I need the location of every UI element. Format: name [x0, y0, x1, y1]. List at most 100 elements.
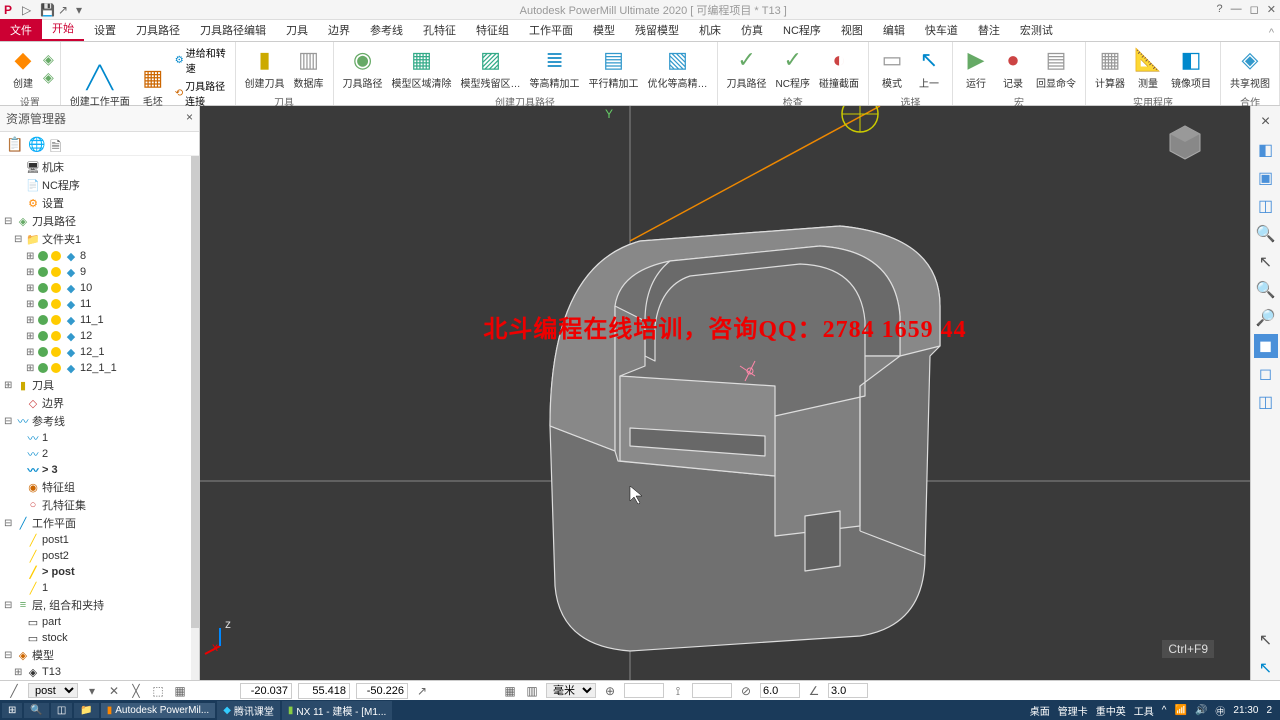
tab-tool[interactable]: 刀具: [276, 19, 318, 41]
start-button[interactable]: ⊞: [2, 703, 22, 718]
raster-button[interactable]: ▤平行精加工: [586, 44, 642, 92]
tree-ref-item[interactable]: 〰2: [0, 446, 199, 462]
tree-tp-item[interactable]: ⊞◆12_1_1: [0, 360, 199, 376]
rest-area-button[interactable]: ▨模型残留区…: [458, 44, 524, 92]
unit-select[interactable]: 毫米: [546, 683, 596, 698]
measure-button[interactable]: 📐测量: [1131, 44, 1165, 92]
tree-wp-item[interactable]: ╱1: [0, 580, 199, 596]
search-button[interactable]: 🔍: [24, 703, 48, 718]
tab-note[interactable]: 替注: [968, 19, 1010, 41]
tab-boundary[interactable]: 边界: [318, 19, 360, 41]
sb-angle-icon[interactable]: ∠: [806, 684, 822, 698]
feed-speed[interactable]: ⚙进给和转速: [173, 44, 229, 76]
tree-tp-item[interactable]: ⊞◆8: [0, 248, 199, 264]
rt-shade[interactable]: ◼: [1254, 334, 1278, 358]
tab-toolpath-edit[interactable]: 刀具路径编辑: [190, 19, 276, 41]
tree-wp-item[interactable]: ╱post1: [0, 532, 199, 548]
tree-featgrp[interactable]: ◉特征组: [0, 478, 199, 496]
minimize-icon[interactable]: —: [1231, 3, 1242, 16]
tree-setup[interactable]: ⚙设置: [0, 194, 199, 212]
tab-setup[interactable]: 设置: [84, 19, 126, 41]
tab-model[interactable]: 模型: [583, 19, 625, 41]
tab-nc[interactable]: NC程序: [773, 19, 831, 41]
tree-holefeat[interactable]: ○孔特征集: [0, 496, 199, 514]
tol2-input[interactable]: [828, 683, 868, 698]
share-button[interactable]: ◈共享视图: [1227, 44, 1273, 92]
optimized-button[interactable]: ▧优化等高精…: [645, 44, 711, 92]
tab-start[interactable]: 开始: [42, 17, 84, 41]
tree-models[interactable]: ⊟◈模型: [0, 646, 199, 664]
rt-pick[interactable]: ↖: [1254, 628, 1278, 652]
sb-circle-icon[interactable]: ⊘: [738, 684, 754, 698]
tab-machine[interactable]: 机床: [689, 19, 731, 41]
tray-vol[interactable]: 🔊: [1195, 705, 1207, 716]
tray-time[interactable]: 21:30: [1233, 705, 1258, 716]
tab-file[interactable]: 文件: [0, 19, 42, 41]
rt-fit[interactable]: 🔍: [1254, 278, 1278, 302]
toolpath-button[interactable]: ◉刀具路径: [340, 44, 386, 92]
sb-icon[interactable]: ▾: [84, 684, 100, 698]
task-nx[interactable]: ▮NX 11 - 建模 - [M1...: [282, 701, 392, 720]
constz-button[interactable]: ≣等高精加工: [527, 44, 583, 92]
tree-machine[interactable]: 🖥机床: [0, 158, 199, 176]
globe-icon[interactable]: 🌐: [28, 136, 44, 152]
task-tencent[interactable]: ◆腾讯课堂: [217, 701, 280, 720]
rt-wire[interactable]: ◻: [1254, 362, 1278, 386]
tree-tp-item[interactable]: ⊞◆11_1: [0, 312, 199, 328]
tree-wp-item[interactable]: ╱post2: [0, 548, 199, 564]
task-powermill[interactable]: ▮Autodesk PowerMil...: [101, 703, 215, 718]
rt-hidden[interactable]: ◫: [1254, 390, 1278, 414]
small-icon[interactable]: ◈: [43, 51, 54, 68]
run-button[interactable]: ▶运行: [959, 44, 993, 92]
sb-icon[interactable]: ⬚: [150, 684, 166, 698]
tree-wp-item[interactable]: ╱> post: [0, 564, 199, 580]
help-icon[interactable]: ?: [1217, 3, 1223, 16]
sb-icon[interactable]: ▥: [524, 684, 540, 698]
sb-icon[interactable]: ▦: [502, 684, 518, 698]
tab-simulate[interactable]: 仿真: [731, 19, 773, 41]
tree-layers[interactable]: ⊟≡层, 组合和夹持: [0, 596, 199, 614]
tab-featgrp[interactable]: 特征组: [466, 19, 519, 41]
tab-macrotest[interactable]: 宏测试: [1010, 19, 1063, 41]
collision-button[interactable]: ◐碰撞截面: [816, 44, 862, 92]
tab-workplane[interactable]: 工作平面: [519, 19, 583, 41]
rt-select[interactable]: ↖: [1254, 656, 1278, 680]
tree-folder[interactable]: ⊟📁文件夹1: [0, 230, 199, 248]
tree-layer-item[interactable]: ▭stock: [0, 630, 199, 646]
rt-iso[interactable]: ◧: [1254, 138, 1278, 162]
tray-date[interactable]: 2: [1266, 705, 1272, 716]
close-icon[interactable]: ✕: [1267, 3, 1276, 16]
fileexplorer-button[interactable]: 📁: [74, 703, 98, 718]
verify-nc-button[interactable]: ✓NC程序: [773, 44, 813, 92]
tab-residual[interactable]: 残留模型: [625, 19, 689, 41]
tray-item[interactable]: 管理卡: [1058, 703, 1088, 718]
rt-cursor[interactable]: ↖: [1254, 250, 1278, 274]
mode-button[interactable]: ▭模式: [875, 44, 909, 92]
tree-workplanes[interactable]: ⊟╱工作平面: [0, 514, 199, 532]
create-workplane-button[interactable]: ╱╲创建工作平面: [67, 62, 133, 110]
tree-tp-item[interactable]: ⊞◆9: [0, 264, 199, 280]
tree-layer-item[interactable]: ▭part: [0, 614, 199, 630]
tab-express[interactable]: 快车道: [915, 19, 968, 41]
save-icon[interactable]: 💾: [40, 3, 54, 17]
rt-zoom[interactable]: 🔍: [1254, 222, 1278, 246]
viewport-3d[interactable]: x z Y 北斗编程在线培训，咨询QQ：2784 1659 44 Ctrl+F9: [200, 106, 1250, 680]
rt-close[interactable]: ×: [1254, 110, 1278, 134]
echo-button[interactable]: ▤回显命令: [1033, 44, 1079, 92]
workplane-select[interactable]: post: [28, 683, 78, 698]
tray-item[interactable]: 重中英: [1096, 703, 1126, 718]
sidebar-close[interactable]: ×: [186, 110, 193, 127]
sb-axis-icon[interactable]: ╱: [6, 684, 22, 698]
tab-toolpath[interactable]: 刀具路径: [126, 19, 190, 41]
tree-tools[interactable]: ⊞▮刀具: [0, 376, 199, 394]
mirror-button[interactable]: ◧镜像项目: [1168, 44, 1214, 92]
sb-icon[interactable]: ▦: [172, 684, 188, 698]
tray-item[interactable]: 桌面: [1030, 703, 1050, 718]
tray-net[interactable]: 📶: [1175, 705, 1187, 716]
tab-view[interactable]: 视图: [831, 19, 873, 41]
arrow-icon[interactable]: ↗: [58, 3, 72, 17]
tree-refs[interactable]: ⊟〰参考线: [0, 412, 199, 430]
tree-ref-item[interactable]: 〰1: [0, 430, 199, 446]
clip-icon[interactable]: 🗎: [50, 136, 66, 152]
sb-icon[interactable]: ✕: [106, 684, 122, 698]
